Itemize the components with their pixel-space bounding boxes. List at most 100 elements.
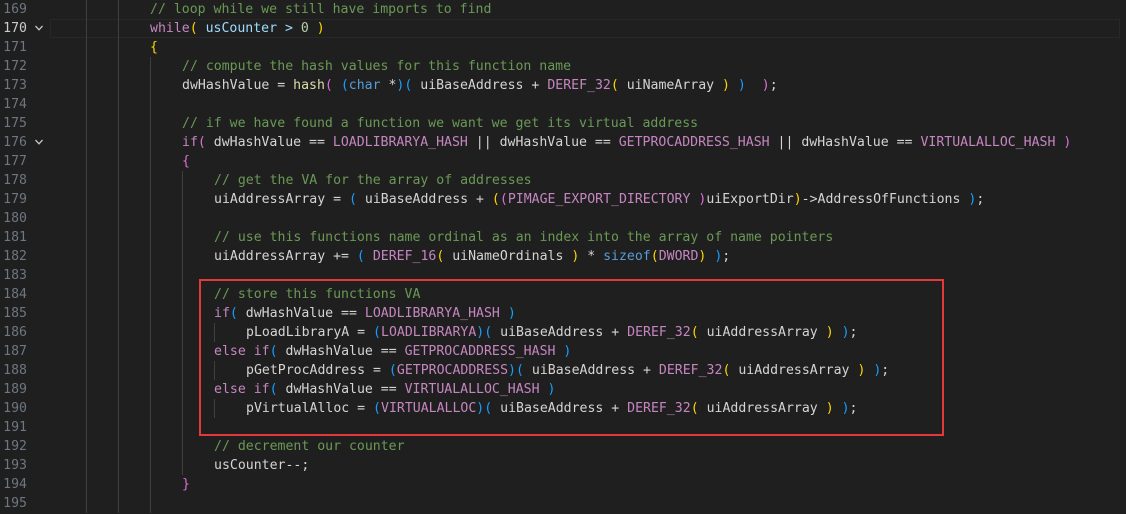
code-line[interactable]: 169 // loop while we still have imports t… bbox=[0, 0, 1126, 19]
code-token: DEREF_16 bbox=[372, 249, 437, 264]
code-token: ( bbox=[229, 306, 246, 321]
code-line[interactable]: 176 if( dwHashValue == LOADLIBRARYA_HASH … bbox=[0, 133, 1126, 152]
code-line[interactable]: 186 pLoadLibraryA = (LOADLIBRARYA)( uiBas… bbox=[0, 323, 1126, 342]
indent-guide bbox=[150, 399, 151, 418]
code-line[interactable]: 174 bbox=[0, 95, 1126, 114]
indent-guide bbox=[150, 342, 151, 361]
code-line[interactable]: 190 pVirtualAlloc = (VIRTUALALLOC)( uiBas… bbox=[0, 399, 1126, 418]
code-token: char bbox=[348, 78, 381, 93]
indent-guide bbox=[86, 304, 87, 323]
code-token: VIRTUALALLOC bbox=[381, 401, 477, 416]
indent-guide bbox=[150, 361, 151, 380]
code-token: usCounter > bbox=[197, 21, 301, 36]
code-token: else bbox=[214, 382, 246, 397]
code-text: // decrement our counter bbox=[214, 437, 405, 456]
code-line[interactable]: 173 dwHashValue = hash( (char *)( uiBaseA… bbox=[0, 76, 1126, 95]
code-text: } bbox=[182, 475, 190, 494]
code-token: LOADLIBRARYA_HASH bbox=[332, 135, 468, 150]
code-text: usCounter--; bbox=[214, 456, 309, 475]
code-token: ) bbox=[316, 21, 325, 36]
indent-guide bbox=[118, 266, 119, 285]
code-line[interactable]: 178 // get the VA for the array of addres… bbox=[0, 171, 1126, 190]
indent-guide bbox=[86, 285, 87, 304]
code-line[interactable]: 194} bbox=[0, 475, 1126, 494]
indent-guide bbox=[86, 209, 87, 228]
indent-guide bbox=[118, 418, 119, 437]
code-token: uiNameArray bbox=[626, 78, 723, 93]
indent-guide bbox=[86, 247, 87, 266]
code-line[interactable]: 182 uiAddressArray += ( DEREF_16( uiNameO… bbox=[0, 247, 1126, 266]
code-token: ( bbox=[269, 344, 286, 359]
code-line[interactable]: 177 { bbox=[0, 152, 1126, 171]
indent-guide bbox=[86, 152, 87, 171]
code-token: ( bbox=[690, 401, 707, 416]
line-number: 173 bbox=[3, 78, 27, 93]
code-token: uiAddressArray += bbox=[214, 249, 357, 264]
line-number: 188 bbox=[3, 363, 27, 378]
indent-guide bbox=[150, 494, 151, 513]
code-token: ( bbox=[356, 249, 373, 264]
code-token: ) bbox=[508, 363, 516, 378]
code-text: // store this functions VA bbox=[214, 285, 420, 304]
code-token: ( bbox=[515, 363, 532, 378]
code-line[interactable]: 180 bbox=[0, 209, 1126, 228]
code-token: || dwHashValue == bbox=[467, 135, 619, 150]
line-number: 180 bbox=[3, 211, 27, 226]
code-token: ( bbox=[373, 325, 381, 340]
indent-guide bbox=[118, 399, 119, 418]
code-line[interactable]: 171 { bbox=[0, 38, 1126, 57]
code-line[interactable]: 187 else if( dwHashValue == GETPROCADDRES… bbox=[0, 342, 1126, 361]
code-editor[interactable]: 169 // loop while we still have imports t… bbox=[0, 0, 1126, 514]
indent-guide bbox=[150, 133, 151, 152]
code-line[interactable]: 170 while( usCounter > 0 ) bbox=[0, 19, 1126, 38]
code-line[interactable]: 175 // if we have found a function we wan… bbox=[0, 114, 1126, 133]
code-line[interactable]: 184 // store this functions VA bbox=[0, 285, 1126, 304]
code-line[interactable]: 192 // decrement our counter bbox=[0, 437, 1126, 456]
code-line[interactable]: 172 // compute the hash values for this f… bbox=[0, 57, 1126, 76]
code-token: ( bbox=[404, 78, 421, 93]
code-token: uiAddressArray = bbox=[214, 192, 349, 207]
code-token: // decrement our counter bbox=[214, 439, 405, 454]
code-line[interactable]: 195 bbox=[0, 494, 1126, 513]
code-token: * bbox=[579, 249, 604, 264]
fold-chevron-icon[interactable] bbox=[34, 19, 48, 38]
indent-guide bbox=[118, 133, 119, 152]
indent-guide bbox=[182, 418, 183, 437]
code-line[interactable]: 181 // use this functions name ordinal as… bbox=[0, 228, 1126, 247]
line-number: 184 bbox=[3, 287, 27, 302]
code-line[interactable]: 188 pGetProcAddress = (GETPROCADDRESS)( u… bbox=[0, 361, 1126, 380]
code-token: ( bbox=[324, 78, 341, 93]
code-text: // get the VA for the array of addresses bbox=[214, 171, 532, 190]
line-number: 181 bbox=[3, 230, 27, 245]
code-token: dwHashValue = bbox=[182, 78, 294, 93]
indent-guide bbox=[86, 323, 87, 342]
fold-chevron-icon[interactable] bbox=[34, 133, 48, 152]
code-token: else bbox=[214, 344, 246, 359]
code-token: while bbox=[150, 21, 190, 36]
code-line[interactable]: 189 else if( dwHashValue == VIRTUALALLOC_… bbox=[0, 380, 1126, 399]
code-line[interactable]: 179 uiAddressArray = ( uiBaseAddress + ((… bbox=[0, 190, 1126, 209]
code-line[interactable]: 185 if( dwHashValue == LOADLIBRARYA_HASH … bbox=[0, 304, 1126, 323]
code-line[interactable]: 183 bbox=[0, 266, 1126, 285]
code-token: ( bbox=[610, 78, 627, 93]
code-token: VIRTUALALLOC_HASH bbox=[404, 382, 540, 397]
code-line[interactable]: 193 usCounter--; bbox=[0, 456, 1126, 475]
code-token: if bbox=[253, 382, 270, 397]
code-token: VIRTUALALLOC_HASH bbox=[920, 135, 1056, 150]
code-token: // get the VA for the array of addresses bbox=[214, 173, 532, 188]
code-token: ) bbox=[793, 192, 802, 207]
line-number: 186 bbox=[3, 325, 27, 340]
code-token: DWORD bbox=[658, 249, 699, 264]
indent-guide bbox=[150, 285, 151, 304]
code-token: 0 bbox=[300, 21, 309, 36]
code-token: uiBaseAddress + bbox=[500, 325, 628, 340]
indent-guide bbox=[182, 361, 183, 380]
code-line[interactable]: 191 bbox=[0, 418, 1126, 437]
indent-guide bbox=[118, 437, 119, 456]
code-token: { bbox=[150, 40, 158, 55]
code-token: uiBaseAddress + bbox=[531, 363, 659, 378]
